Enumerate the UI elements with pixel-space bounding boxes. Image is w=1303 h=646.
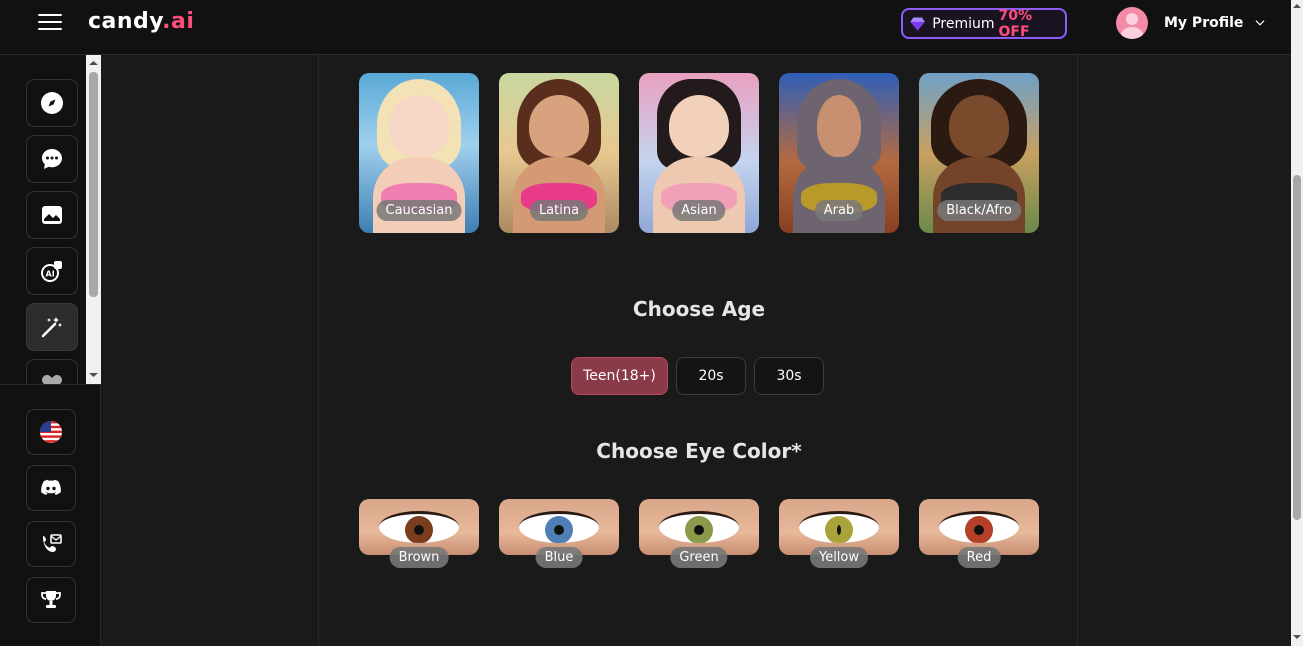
sidebar-scrollbar[interactable] [86,55,101,384]
ethnicity-label: Asian [672,200,726,221]
ethnicity-label: Caucasian [376,200,462,221]
age-option-30s[interactable]: 30s [754,357,824,395]
character-builder-panel: Caucasian Latina Asian Arab Black/Afro C… [318,55,1078,646]
hamburger-menu-icon[interactable] [38,14,62,32]
gem-icon [910,17,925,30]
sidebar: AI [0,55,101,646]
discord-button[interactable] [26,465,76,511]
scroll-down-icon[interactable] [89,371,98,379]
ethnicity-label: Arab [814,200,864,221]
eye-color-label: Brown [389,547,449,568]
ethnicity-label: Latina [529,200,589,221]
sidebar-item-chat[interactable] [26,135,78,183]
eye-option-brown[interactable]: Brown [359,499,479,568]
sidebar-item-explore[interactable] [26,79,78,127]
age-option-teen[interactable]: Teen(18+) [571,357,668,395]
heart-icon [42,375,62,384]
character-face [669,95,729,157]
eye-color-label: Blue [535,547,583,568]
compass-icon [41,92,63,114]
top-header: candy.ai Premium 70% OFF My Profile [0,0,1291,55]
ethnicity-label: Black/Afro [937,200,1021,221]
magic-wand-icon [41,317,62,338]
eye-shape [519,511,599,543]
avatar [1116,7,1148,39]
eye-shape [799,511,879,543]
ethnicity-card-asian[interactable]: Asian [639,73,759,233]
character-face [817,95,861,157]
premium-button[interactable]: Premium 70% OFF [901,7,1067,40]
sidebar-item-favorites[interactable] [26,359,78,384]
logo[interactable]: candy.ai [88,9,194,34]
ethnicity-card-black-afro[interactable]: Black/Afro [919,73,1039,233]
premium-discount: 70% OFF [998,7,1033,40]
logo-main: candy [88,9,163,34]
sidebar-item-gallery[interactable] [26,191,78,239]
logo-suffix: .ai [162,9,195,34]
eye-color-label: Yellow [809,547,869,568]
chevron-down-icon [1255,20,1265,26]
sidebar-item-ai-generate[interactable]: AI [26,247,78,295]
chat-icon [42,149,62,169]
premium-label: Premium [932,15,995,32]
character-face [389,95,449,157]
eye-shape [379,511,459,543]
character-face [529,95,589,157]
eye-color-section-title: Choose Eye Color* [596,439,802,463]
support-button[interactable] [26,521,76,567]
language-selector[interactable] [26,409,76,455]
scroll-up-icon[interactable] [89,59,98,67]
ethnicity-card-latina[interactable]: Latina [499,73,619,233]
ethnicity-card-caucasian[interactable]: Caucasian [359,73,479,233]
scroll-up-icon[interactable] [1293,2,1301,10]
sidebar-nav: AI [0,55,101,385]
page-scrollbar[interactable] [1291,0,1303,646]
age-section-title: Choose Age [632,297,766,321]
ethnicity-card-arab[interactable]: Arab [779,73,899,233]
us-flag-icon [40,421,62,443]
sidebar-scrollbar-thumb[interactable] [89,72,98,297]
page-scrollbar-thumb[interactable] [1293,175,1301,520]
eye-option-green[interactable]: Green [639,499,759,568]
eye-color-label: Red [957,547,1001,568]
ai-generate-icon: AI [41,261,62,282]
character-face [949,95,1009,157]
eye-option-blue[interactable]: Blue [499,499,619,568]
eye-option-yellow[interactable]: Yellow [779,499,899,568]
eye-shape [939,511,1019,543]
age-option-20s[interactable]: 20s [676,357,746,395]
svg-text:AI: AI [46,270,55,279]
profile-menu[interactable]: My Profile [1116,7,1267,39]
image-icon [42,206,62,224]
sidebar-item-create[interactable] [26,303,78,351]
profile-label: My Profile [1164,15,1244,31]
eye-color-label: Green [670,547,728,568]
support-icon [43,534,62,552]
trophy-icon [41,591,61,608]
discord-icon [41,479,61,495]
eye-option-red[interactable]: Red [919,499,1039,568]
scroll-down-icon[interactable] [1293,633,1301,641]
leaderboard-button[interactable] [26,577,76,623]
eye-shape [659,511,739,543]
